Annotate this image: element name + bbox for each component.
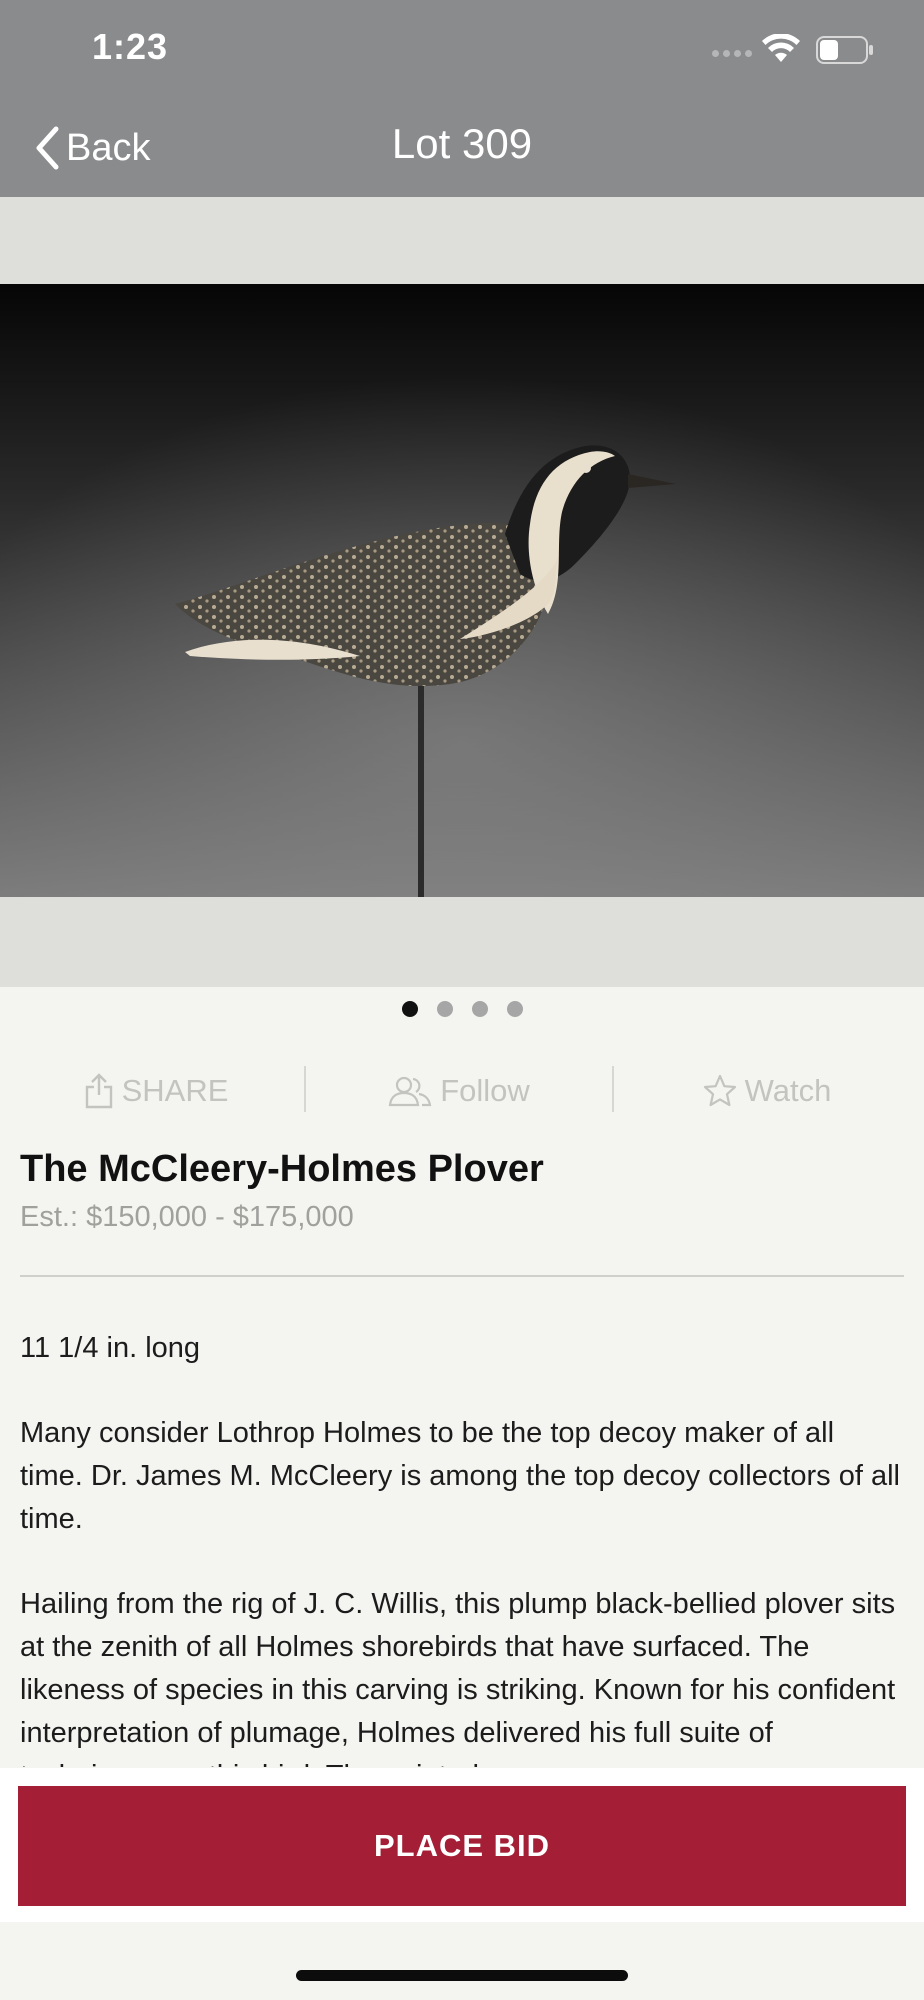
carousel-dot[interactable] bbox=[436, 1001, 453, 1017]
lot-photo[interactable] bbox=[0, 284, 924, 897]
battery-icon bbox=[816, 36, 873, 64]
status-time: 1:23 bbox=[92, 26, 169, 67]
navigation-header: 1:23 Back Lot 309 bbox=[0, 0, 924, 197]
carousel-dot[interactable] bbox=[471, 1001, 488, 1017]
bid-panel: PLACE BID bbox=[0, 1768, 924, 1922]
description-paragraph: Hailing from the rig of J. C. Willis, th… bbox=[20, 1588, 896, 1767]
section-divider bbox=[20, 1275, 904, 1277]
users-icon bbox=[388, 1076, 432, 1107]
carousel-dot[interactable] bbox=[401, 1001, 418, 1017]
lot-estimate: Est.: $150,000 - $175,000 bbox=[20, 1201, 354, 1233]
home-indicator[interactable] bbox=[296, 1970, 628, 1981]
image-carousel[interactable] bbox=[0, 197, 924, 987]
page-title: Lot 309 bbox=[391, 120, 533, 167]
lot-description: 11 1/4 in. long Many consider Lothrop Ho… bbox=[20, 1327, 904, 1767]
lot-detail-screen: 1:23 Back Lot 309 SHARE Follow Watch The… bbox=[0, 0, 924, 2000]
action-bar: SHARE Follow Watch bbox=[0, 1066, 924, 1116]
share-icon bbox=[85, 1073, 112, 1109]
lot-title: The McCleery-Holmes Plover bbox=[20, 1148, 544, 1190]
follow-label: Follow bbox=[440, 1073, 530, 1108]
wifi-icon bbox=[762, 34, 800, 62]
watch-label: Watch bbox=[744, 1073, 832, 1108]
place-bid-button[interactable]: PLACE BID bbox=[18, 1786, 906, 1906]
share-label: SHARE bbox=[121, 1073, 229, 1108]
star-icon bbox=[703, 1074, 736, 1107]
description-paragraph: Many consider Lothrop Holmes to be the t… bbox=[20, 1417, 900, 1535]
watch-button[interactable]: Watch bbox=[614, 1066, 920, 1116]
lot-dimensions: 11 1/4 in. long bbox=[20, 1332, 201, 1364]
follow-button[interactable]: Follow bbox=[306, 1066, 612, 1116]
signal-dots-icon bbox=[712, 50, 752, 57]
share-button[interactable]: SHARE bbox=[20, 1066, 292, 1116]
carousel-dot[interactable] bbox=[506, 1001, 523, 1017]
carousel-pagination bbox=[0, 1001, 924, 1017]
